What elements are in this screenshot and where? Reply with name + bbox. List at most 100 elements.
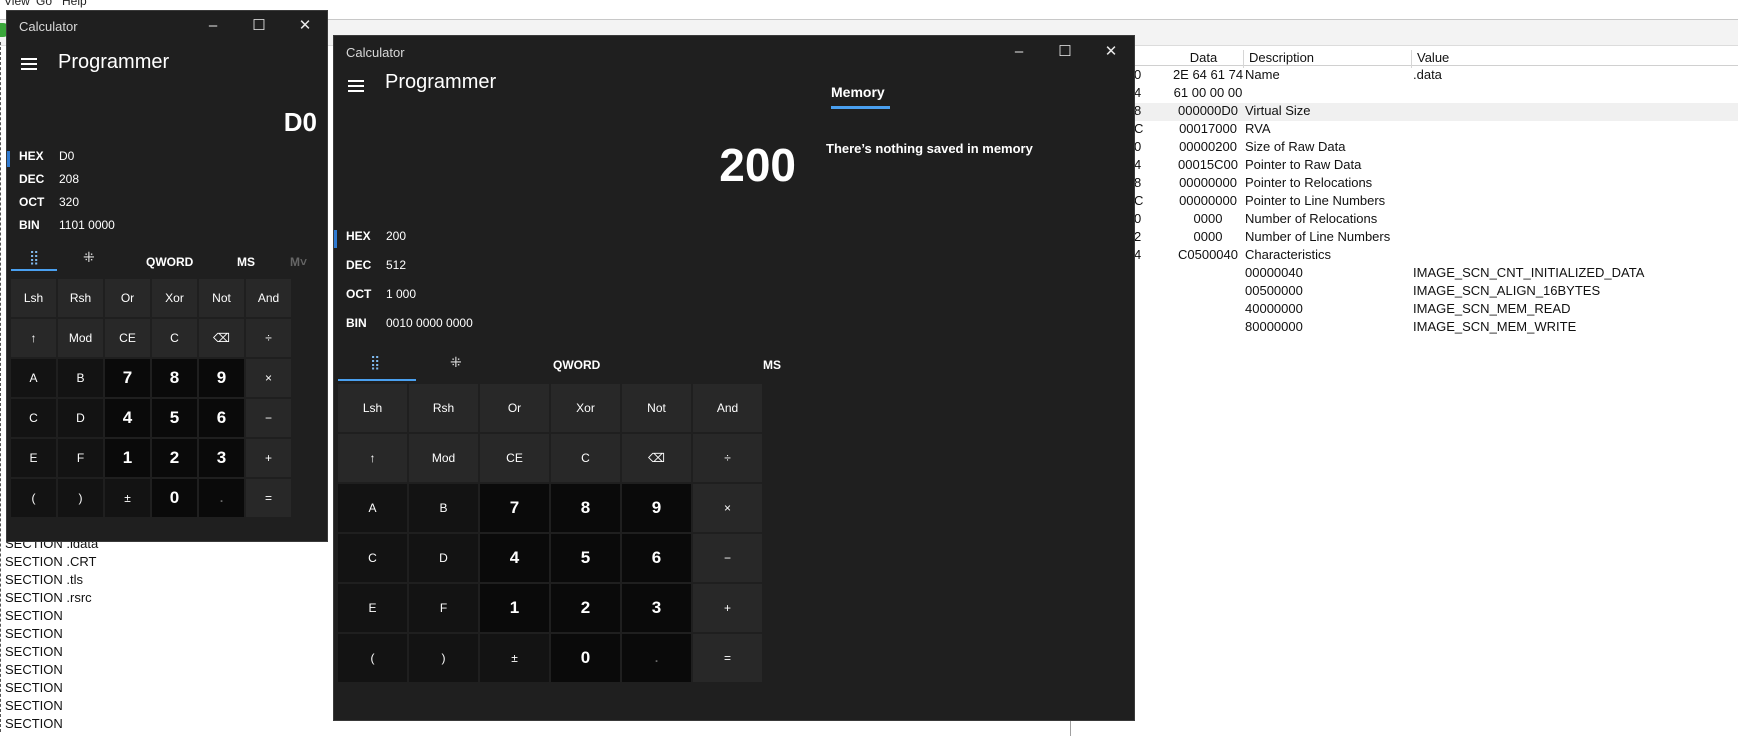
key-0[interactable]: 0 <box>551 634 620 682</box>
key-6[interactable]: 6 <box>199 399 244 437</box>
key-hex-d[interactable]: D <box>409 534 478 582</box>
key-hex-a[interactable]: A <box>11 359 56 397</box>
table-row[interactable]: 0 0000 Number of Relocations <box>1130 211 1738 229</box>
radix-row-dec[interactable]: DEC 512 <box>346 258 646 274</box>
key-mod[interactable]: Mod <box>58 319 103 357</box>
section-tree-item[interactable]: SECTION .tls <box>5 572 83 587</box>
key-xor[interactable]: Xor <box>551 384 620 432</box>
section-tree-item[interactable]: SECTION <box>5 662 63 677</box>
key-9[interactable]: 9 <box>622 484 691 532</box>
key-equals[interactable]: = <box>693 634 762 682</box>
key-xor[interactable]: Xor <box>152 279 197 317</box>
memory-recall-button[interactable]: M˅ <box>290 255 307 269</box>
key-hex-a[interactable]: A <box>338 484 407 532</box>
table-row[interactable]: 0 2E 64 61 74 Name .data <box>1130 67 1738 85</box>
key-multiply[interactable]: × <box>246 359 291 397</box>
section-tree-item[interactable]: SECTION <box>5 644 63 659</box>
bit-toggle-icon[interactable]: ⁜ <box>450 354 462 371</box>
key-clear[interactable]: C <box>551 434 620 482</box>
key-hex-d[interactable]: D <box>58 399 103 437</box>
key-clear[interactable]: C <box>152 319 197 357</box>
memory-tab[interactable]: Memory <box>831 84 885 100</box>
key-hex-e[interactable]: E <box>338 584 407 632</box>
table-row[interactable]: 2 0000 Number of Line Numbers <box>1130 229 1738 247</box>
key-hex-f[interactable]: F <box>409 584 478 632</box>
key-or[interactable]: Or <box>105 279 150 317</box>
close-icon[interactable]: ✕ <box>1101 42 1121 62</box>
keypad-icon[interactable]: ⣿ <box>370 354 380 371</box>
key-hex-f[interactable]: F <box>58 439 103 477</box>
key-open-paren[interactable]: ( <box>338 634 407 682</box>
memory-store-button[interactable]: MS <box>237 255 255 269</box>
key-not[interactable]: Not <box>622 384 691 432</box>
backspace-key[interactable]: ⌫ <box>199 319 244 357</box>
key-4[interactable]: 4 <box>480 534 549 582</box>
maximize-icon[interactable]: ☐ <box>1055 42 1075 62</box>
key-shift[interactable]: ↑ <box>11 319 56 357</box>
key-rsh[interactable]: Rsh <box>58 279 103 317</box>
word-size-button[interactable]: QWORD <box>146 255 193 269</box>
section-tree-item[interactable]: SECTION <box>5 680 63 695</box>
key-close-paren[interactable]: ) <box>409 634 478 682</box>
key-not[interactable]: Not <box>199 279 244 317</box>
key-equals[interactable]: = <box>246 479 291 517</box>
table-row[interactable]: 80000000 IMAGE_SCN_MEM_WRITE <box>1130 319 1738 337</box>
bit-toggle-icon[interactable]: ⁜ <box>83 249 95 266</box>
key-or[interactable]: Or <box>480 384 549 432</box>
key-plus[interactable]: + <box>693 584 762 632</box>
key-minus[interactable]: − <box>693 534 762 582</box>
col-header-value[interactable]: Value <box>1411 50 1738 68</box>
key-negate[interactable]: ± <box>105 479 150 517</box>
key-decimal[interactable]: . <box>199 479 244 517</box>
word-size-button[interactable]: QWORD <box>553 358 600 372</box>
radix-row-dec[interactable]: DEC 208 <box>19 172 319 188</box>
key-2[interactable]: 2 <box>152 439 197 477</box>
key-plus[interactable]: + <box>246 439 291 477</box>
section-tree-item[interactable]: SECTION <box>5 608 63 623</box>
key-and[interactable]: And <box>246 279 291 317</box>
key-hex-b[interactable]: B <box>58 359 103 397</box>
key-5[interactable]: 5 <box>551 534 620 582</box>
key-0[interactable]: 0 <box>152 479 197 517</box>
radix-row-oct[interactable]: OCT 320 <box>19 195 319 211</box>
key-ce[interactable]: CE <box>480 434 549 482</box>
key-and[interactable]: And <box>693 384 762 432</box>
backspace-key[interactable]: ⌫ <box>622 434 691 482</box>
minimize-icon[interactable]: – <box>1009 42 1029 62</box>
keypad-icon[interactable]: ⣿ <box>29 249 39 266</box>
key-ce[interactable]: CE <box>105 319 150 357</box>
radix-row-bin[interactable]: BIN 1101 0000 <box>19 218 319 234</box>
key-7[interactable]: 7 <box>105 359 150 397</box>
key-1[interactable]: 1 <box>480 584 549 632</box>
key-hex-b[interactable]: B <box>409 484 478 532</box>
table-row[interactable]: 00000040 IMAGE_SCN_CNT_INITIALIZED_DATA <box>1130 265 1738 283</box>
key-open-paren[interactable]: ( <box>11 479 56 517</box>
table-row[interactable]: 4 00015C00 Pointer to Raw Data <box>1130 157 1738 175</box>
key-9[interactable]: 9 <box>199 359 244 397</box>
table-row[interactable]: 4 C0500040 Characteristics <box>1130 247 1738 265</box>
key-divide[interactable]: ÷ <box>693 434 762 482</box>
radix-row-hex[interactable]: HEX 200 <box>346 229 646 245</box>
section-tree-item[interactable]: SECTION <box>5 626 63 641</box>
maximize-icon[interactable]: ☐ <box>249 16 269 36</box>
radix-row-hex[interactable]: HEX D0 <box>19 149 319 165</box>
key-close-paren[interactable]: ) <box>58 479 103 517</box>
table-row[interactable]: 40000000 IMAGE_SCN_MEM_READ <box>1130 301 1738 319</box>
key-lsh[interactable]: Lsh <box>11 279 56 317</box>
key-7[interactable]: 7 <box>480 484 549 532</box>
key-hex-c[interactable]: C <box>11 399 56 437</box>
key-4[interactable]: 4 <box>105 399 150 437</box>
memory-store-button[interactable]: MS <box>763 358 781 372</box>
key-mod[interactable]: Mod <box>409 434 478 482</box>
key-8[interactable]: 8 <box>152 359 197 397</box>
table-row[interactable]: 0 00000200 Size of Raw Data <box>1130 139 1738 157</box>
menu-view[interactable]: View <box>4 0 30 8</box>
key-hex-c[interactable]: C <box>338 534 407 582</box>
key-lsh[interactable]: Lsh <box>338 384 407 432</box>
key-decimal[interactable]: . <box>622 634 691 682</box>
table-row[interactable]: C 00000000 Pointer to Line Numbers <box>1130 193 1738 211</box>
key-multiply[interactable]: × <box>693 484 762 532</box>
key-6[interactable]: 6 <box>622 534 691 582</box>
menu-help[interactable]: Help <box>62 0 87 8</box>
key-hex-e[interactable]: E <box>11 439 56 477</box>
